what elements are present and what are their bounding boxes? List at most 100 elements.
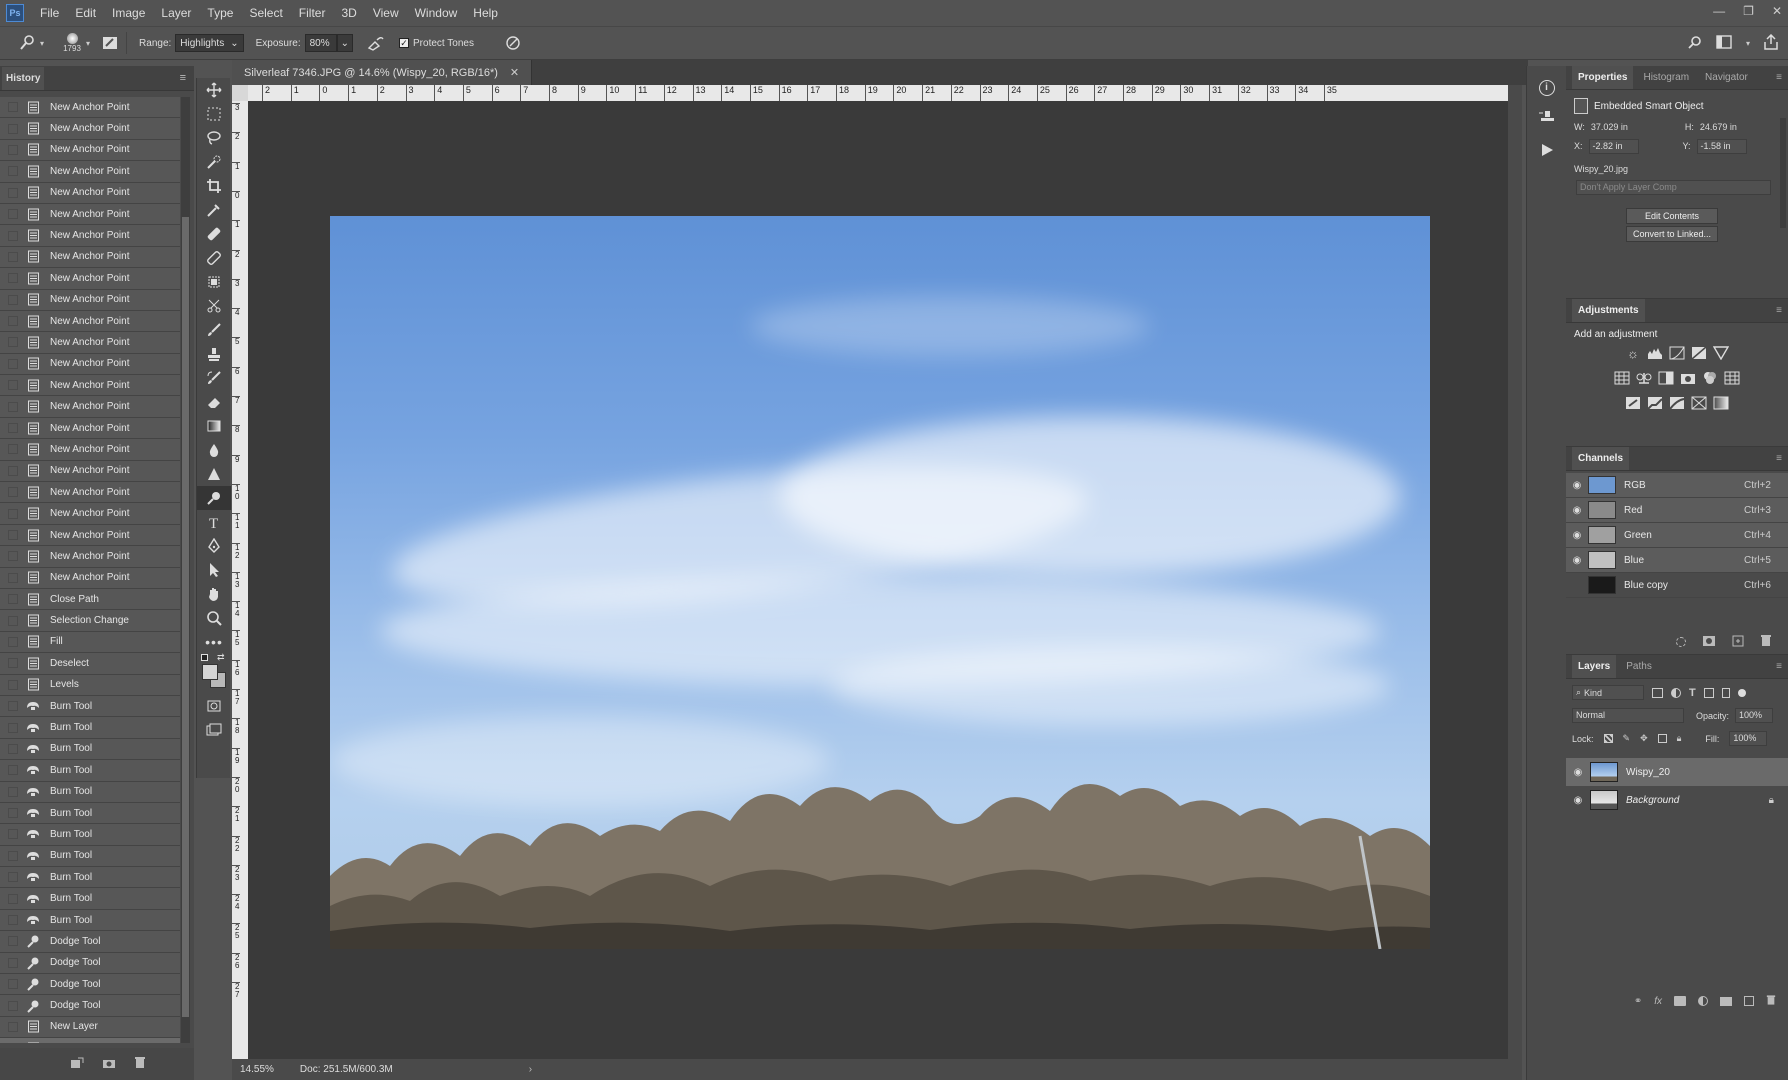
history-brush-source-checkbox[interactable] bbox=[8, 251, 18, 262]
history-brush-source-checkbox[interactable] bbox=[8, 187, 18, 198]
channel-row[interactable]: ◉ RGB Ctrl+2 bbox=[1566, 473, 1788, 498]
color-balance-icon[interactable] bbox=[1636, 371, 1652, 388]
swap-colors-icon[interactable]: ⇄ bbox=[217, 652, 225, 663]
info-icon[interactable]: i bbox=[1538, 80, 1555, 96]
history-brush-source-checkbox[interactable] bbox=[8, 423, 18, 434]
eraser-tool-icon[interactable] bbox=[197, 390, 231, 414]
lock-artboard-icon[interactable] bbox=[1657, 734, 1667, 743]
history-brush-source-checkbox[interactable] bbox=[8, 979, 18, 990]
lock-pixels-icon[interactable]: ✎ bbox=[1623, 733, 1631, 744]
history-brush-source-checkbox[interactable] bbox=[8, 102, 18, 113]
lock-position-icon[interactable]: ✥ bbox=[1640, 733, 1648, 744]
history-brush-source-checkbox[interactable] bbox=[8, 1021, 18, 1032]
history-state[interactable]: Levels bbox=[0, 674, 180, 696]
menu-filter[interactable]: Filter bbox=[291, 6, 334, 20]
actions-play-icon[interactable] bbox=[1540, 143, 1554, 160]
load-selection-icon[interactable] bbox=[1676, 637, 1686, 647]
menu-type[interactable]: Type bbox=[199, 6, 241, 20]
eyedropper-tool-icon[interactable] bbox=[197, 198, 231, 222]
search-icon[interactable] bbox=[1688, 35, 1702, 52]
history-state[interactable]: New Anchor Point bbox=[0, 332, 180, 354]
gradient-tool-icon[interactable] bbox=[197, 414, 231, 438]
convert-to-linked-button[interactable]: Convert to Linked... bbox=[1626, 226, 1718, 242]
new-document-from-state-icon[interactable] bbox=[70, 1057, 84, 1072]
curves-icon[interactable] bbox=[1669, 346, 1685, 363]
color-swatches[interactable]: ⇄ bbox=[197, 652, 231, 694]
history-brush-source-checkbox[interactable] bbox=[8, 530, 18, 540]
panel-menu-icon[interactable]: ≡ bbox=[1776, 453, 1782, 464]
close-icon[interactable]: ✕ bbox=[1772, 4, 1782, 18]
history-state[interactable]: Burn Tool bbox=[0, 760, 180, 782]
history-state[interactable]: New Anchor Point bbox=[0, 375, 180, 397]
channel-row[interactable]: ◉ Blue Ctrl+5 bbox=[1566, 548, 1788, 573]
history-state[interactable]: Close Path bbox=[0, 588, 180, 611]
history-state[interactable]: Burn Tool bbox=[0, 738, 180, 761]
history-brush-source-checkbox[interactable] bbox=[8, 850, 18, 861]
vibrance-icon[interactable] bbox=[1712, 346, 1730, 363]
history-brush-source-checkbox[interactable] bbox=[8, 337, 18, 348]
levels-icon[interactable] bbox=[1647, 346, 1663, 363]
posterize-icon[interactable] bbox=[1647, 396, 1663, 413]
chevron-right-icon[interactable]: › bbox=[529, 1064, 532, 1075]
brightness-contrast-icon[interactable]: ☼ bbox=[1625, 346, 1641, 363]
history-brush-source-checkbox[interactable] bbox=[8, 808, 18, 819]
history-scrollbar[interactable] bbox=[181, 97, 190, 1043]
invert-icon[interactable] bbox=[1625, 396, 1641, 413]
history-brush-source-checkbox[interactable] bbox=[8, 572, 18, 583]
history-brush-source-checkbox[interactable] bbox=[8, 487, 18, 498]
photo-filter-icon[interactable] bbox=[1680, 371, 1696, 388]
fill-input[interactable]: 100% bbox=[1729, 731, 1768, 746]
group-folder-icon[interactable] bbox=[1720, 996, 1732, 1006]
more-tools-icon[interactable]: ••• bbox=[197, 630, 231, 654]
history-state[interactable]: Burn Tool bbox=[0, 867, 180, 889]
history-brush-source-checkbox[interactable] bbox=[8, 957, 18, 968]
workspace-icon[interactable] bbox=[1716, 34, 1732, 52]
history-brush-source-checkbox[interactable] bbox=[8, 1000, 18, 1011]
pen-tool-icon[interactable] bbox=[197, 534, 231, 558]
restore-icon[interactable]: ❐ bbox=[1743, 4, 1754, 18]
patch-tool-icon[interactable] bbox=[197, 246, 231, 270]
scissors-tool-icon[interactable] bbox=[197, 294, 231, 318]
history-state[interactable]: New Anchor Point bbox=[0, 289, 180, 311]
history-brush-source-checkbox[interactable] bbox=[8, 209, 18, 220]
vertical-ruler[interactable]: 32101234567891 01 11 21 31 41 51 61 71 8… bbox=[232, 101, 248, 1059]
camera-snapshot-icon[interactable] bbox=[102, 1057, 116, 1072]
tab-history[interactable]: History bbox=[2, 66, 45, 90]
history-brush-source-checkbox[interactable] bbox=[8, 872, 18, 883]
history-brush-source-checkbox[interactable] bbox=[8, 508, 18, 519]
y-input[interactable]: -1.58 in bbox=[1696, 138, 1747, 154]
history-state[interactable]: New Anchor Point bbox=[0, 546, 180, 568]
lock-all-icon[interactable]: 🔒︎ bbox=[1677, 733, 1682, 744]
adjustment-layer-icon[interactable] bbox=[1698, 996, 1708, 1006]
close-tab-icon[interactable]: ✕ bbox=[510, 66, 519, 79]
share-icon[interactable] bbox=[1764, 33, 1778, 53]
menu-help[interactable]: Help bbox=[465, 6, 506, 20]
history-state[interactable]: Burn Tool bbox=[0, 781, 180, 803]
trash-icon[interactable] bbox=[1766, 994, 1776, 1009]
history-state[interactable]: Dodge Tool bbox=[0, 952, 180, 975]
layer-row[interactable]: ◉ Wispy_20 bbox=[1566, 758, 1788, 786]
selective-color-icon[interactable] bbox=[1691, 396, 1707, 413]
history-state[interactable]: New Anchor Point bbox=[0, 524, 180, 547]
sharpen-tool-icon[interactable] bbox=[197, 462, 231, 486]
history-brush-source-checkbox[interactable] bbox=[8, 465, 18, 476]
canvas-vertical-scrollbar[interactable] bbox=[1508, 85, 1522, 1059]
trash-icon[interactable] bbox=[1760, 634, 1772, 650]
history-state[interactable]: Selection Change bbox=[0, 610, 180, 632]
clone-source-icon[interactable] bbox=[1538, 110, 1556, 129]
blend-mode-select[interactable]: Normal bbox=[1572, 708, 1684, 723]
screen-mode-icon[interactable] bbox=[197, 718, 231, 742]
history-brush-source-checkbox[interactable] bbox=[8, 444, 18, 455]
history-state[interactable]: Deselect bbox=[0, 653, 180, 675]
history-state[interactable]: New Anchor Point bbox=[0, 225, 180, 247]
ruler-origin[interactable] bbox=[232, 85, 248, 101]
history-brush-source-checkbox[interactable] bbox=[8, 551, 18, 562]
history-brush-source-checkbox[interactable] bbox=[8, 144, 18, 155]
history-brush-source-checkbox[interactable] bbox=[8, 658, 18, 669]
tab-channels[interactable]: Channels bbox=[1572, 447, 1630, 470]
zoom-tool-icon[interactable] bbox=[197, 606, 231, 630]
layer-comp-select[interactable]: Don't Apply Layer Comp bbox=[1576, 180, 1771, 195]
path-selection-tool-icon[interactable] bbox=[197, 558, 231, 582]
history-brush-source-checkbox[interactable] bbox=[8, 915, 18, 926]
move-tool-icon[interactable] bbox=[197, 78, 231, 102]
